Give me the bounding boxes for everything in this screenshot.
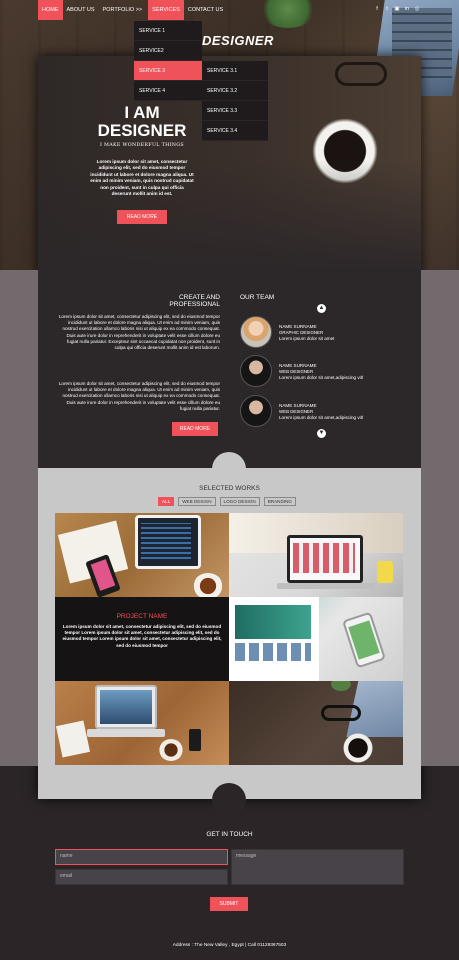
works-filters: ALL WEB DESIGN LOGO DESIGN BRANDING xyxy=(158,497,296,506)
member-text: Lorem ipsum dolor sit amet,adipiscing vi… xyxy=(279,375,363,380)
services-dropdown: SERVICE 1 SERVICE2 SERVICE 3 SERVICE 4 xyxy=(134,21,202,101)
submit-button[interactable]: SUBMIT xyxy=(210,897,248,911)
designer-script-title: DESIGNER xyxy=(202,33,274,48)
project-name: PROJECT NAME xyxy=(116,613,168,620)
footer-address: Address : The New Valley , Egypt | Call … xyxy=(172,943,287,948)
menu-service-3[interactable]: SERVICE 3 xyxy=(134,61,202,81)
nav-contact-us[interactable]: CONTACT US xyxy=(184,0,227,20)
filter-web-design[interactable]: WEB DESIGN xyxy=(178,497,216,506)
social-links: f t ▣ in ◎ xyxy=(374,6,420,12)
menu-service-3-4[interactable]: SERVICE 3.4 xyxy=(202,121,268,141)
service-3-submenu: SERVICE 3.1 SERVICE 3.2 SERVICE 3.3 SERV… xyxy=(202,61,268,141)
message-field[interactable]: message xyxy=(231,849,404,885)
work-tile[interactable] xyxy=(229,597,403,681)
nav-home[interactable]: HOME xyxy=(38,0,63,20)
team-title: OUR TEAM xyxy=(240,294,275,301)
filter-branding[interactable]: BRANDING xyxy=(263,497,296,506)
menu-service-3-1[interactable]: SERVICE 3.1 xyxy=(202,61,268,81)
filter-logo-design[interactable]: LOGO DESIGN xyxy=(219,497,260,506)
member-role: WEB DESIGNER xyxy=(279,369,314,374)
avatar xyxy=(240,395,272,427)
filter-all[interactable]: ALL xyxy=(158,497,175,506)
menu-service-3-2[interactable]: SERVICE 3.2 xyxy=(202,81,268,101)
works-notch xyxy=(212,452,246,486)
page: DESIGNER HOME ABOUT US PORTFOLIO >> SERV… xyxy=(0,0,459,960)
works-title: SELECTED WORKS xyxy=(199,485,260,492)
menu-service-3-3[interactable]: SERVICE 3.3 xyxy=(202,101,268,121)
work-tile[interactable] xyxy=(229,513,403,597)
menu-service-2[interactable]: SERVICE2 xyxy=(134,41,202,61)
about-read-more-button[interactable]: READ MORE xyxy=(172,422,218,436)
avatar xyxy=(240,355,272,387)
chevron-up-icon[interactable]: ▲ xyxy=(317,304,326,313)
nav-services[interactable]: SERVICES xyxy=(148,0,184,20)
email-field[interactable]: email xyxy=(55,869,228,885)
member-name: NAME SURNAME xyxy=(279,324,317,329)
nav-portfolio[interactable]: PORTFOLIO >> xyxy=(99,0,147,20)
hero-read-more-button[interactable]: READ MORE xyxy=(117,210,167,224)
work-tile[interactable] xyxy=(55,681,229,765)
glasses-decoration xyxy=(335,62,387,86)
member-text: Lorem ipsum dolor sit amet xyxy=(279,336,335,341)
member-name: NAME SURNAME xyxy=(279,403,317,408)
hero-subtitle: I MAKE WONDERFUL THINGS xyxy=(100,143,184,148)
hero-title: I AM DESIGNER xyxy=(97,103,187,140)
main-nav: HOME ABOUT US PORTFOLIO >> SERVICES CONT… xyxy=(38,0,227,20)
member-text: Lorem ipsum dolor sit amet,adipiscing vi… xyxy=(279,415,363,420)
team-member: NAME SURNAME WEB DESIGNER Lorem ipsum do… xyxy=(240,395,410,429)
about-paragraph-2: Lorem ipsum dolor sit amet, consectetur … xyxy=(58,381,220,411)
menu-service-1[interactable]: SERVICE 1 xyxy=(134,21,202,41)
facebook-icon[interactable]: f xyxy=(374,6,380,12)
twitter-icon[interactable]: t xyxy=(384,6,390,12)
instagram-icon[interactable]: ▣ xyxy=(394,6,400,12)
works-bottom-notch xyxy=(212,783,246,817)
dribbble-icon[interactable]: ◎ xyxy=(414,6,420,12)
name-field[interactable]: name xyxy=(55,849,228,865)
about-paragraph-1: Lorem ipsum dolor sit amet, consectetur … xyxy=(58,314,220,351)
member-role: GRAPHIC DESIGNER xyxy=(279,330,324,335)
project-text: Lorem ipsum dolor sit amet, consectetur … xyxy=(62,624,222,648)
about-title: CREATE AND PROFESSIONAL xyxy=(169,294,220,308)
menu-service-4[interactable]: SERVICE 4 xyxy=(134,81,202,101)
member-role: WEB DESIGNER xyxy=(279,409,314,414)
work-tile[interactable] xyxy=(55,513,229,597)
team-member: NAME SURNAME GRAPHIC DESIGNER Lorem ipsu… xyxy=(240,316,410,350)
member-name: NAME SURNAME xyxy=(279,363,317,368)
hero-text: Lorem ipsum dolor sit amet, consectetur … xyxy=(90,159,194,197)
chevron-down-icon[interactable]: ▼ xyxy=(317,429,326,438)
nav-about-us[interactable]: ABOUT US xyxy=(63,0,99,20)
avatar xyxy=(240,316,272,348)
linkedin-icon[interactable]: in xyxy=(404,6,410,12)
team-member: NAME SURNAME WEB DESIGNER Lorem ipsum do… xyxy=(240,355,410,389)
work-tile[interactable] xyxy=(229,681,403,765)
contact-title: GET IN TOUCH xyxy=(206,831,253,838)
